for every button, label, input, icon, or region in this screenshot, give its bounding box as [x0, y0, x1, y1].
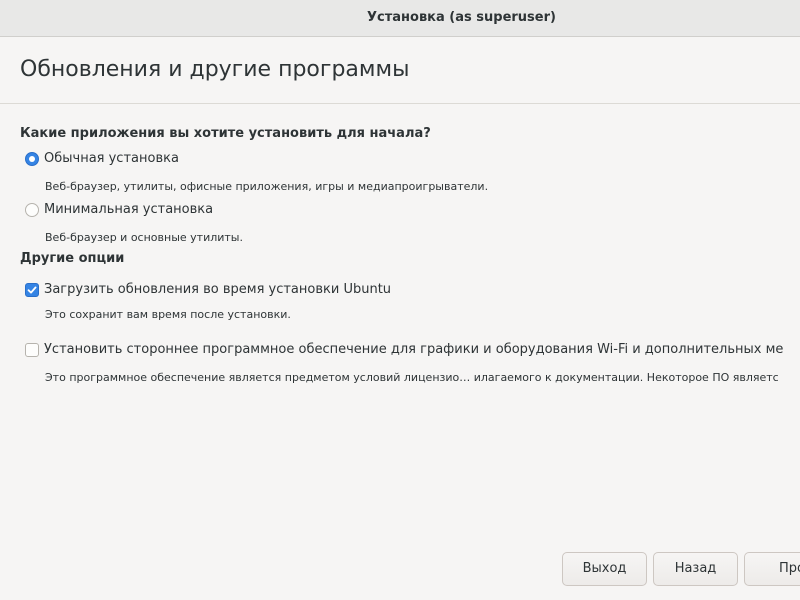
normal-install-radio[interactable]	[25, 152, 39, 166]
third-party-software-description: Это программное обеспечение является пре…	[45, 371, 779, 384]
minimal-install-label[interactable]: Минимальная установка	[44, 202, 213, 217]
third-party-software-checkbox[interactable]	[25, 343, 39, 357]
download-updates-description: Это сохранит вам время после установки.	[45, 308, 291, 321]
download-updates-checkbox[interactable]	[25, 283, 39, 297]
third-party-software-label[interactable]: Установить стороннее программное обеспеч…	[44, 342, 783, 357]
normal-install-label[interactable]: Обычная установка	[44, 151, 179, 166]
minimal-install-description: Веб-браузер и основные утилиты.	[45, 231, 243, 244]
download-updates-label[interactable]: Загрузить обновления во время установки …	[44, 282, 391, 297]
window-title: Установка (as superuser)	[367, 10, 556, 25]
normal-install-description: Веб-браузер, утилиты, офисные приложения…	[45, 180, 489, 193]
page-title: Обновления и другие программы	[20, 57, 410, 82]
other-options-heading: Другие опции	[20, 251, 125, 266]
minimal-install-radio[interactable]	[25, 203, 39, 217]
checkmark-icon	[27, 286, 37, 294]
back-button[interactable]: Назад	[653, 552, 738, 586]
continue-button[interactable]: Про	[744, 552, 800, 586]
page-header: Обновления и другие программы	[0, 37, 800, 104]
apps-section-heading: Какие приложения вы хотите установить дл…	[20, 126, 431, 141]
window-titlebar[interactable]: Установка (as superuser)	[0, 0, 800, 37]
quit-button[interactable]: Выход	[562, 552, 647, 586]
